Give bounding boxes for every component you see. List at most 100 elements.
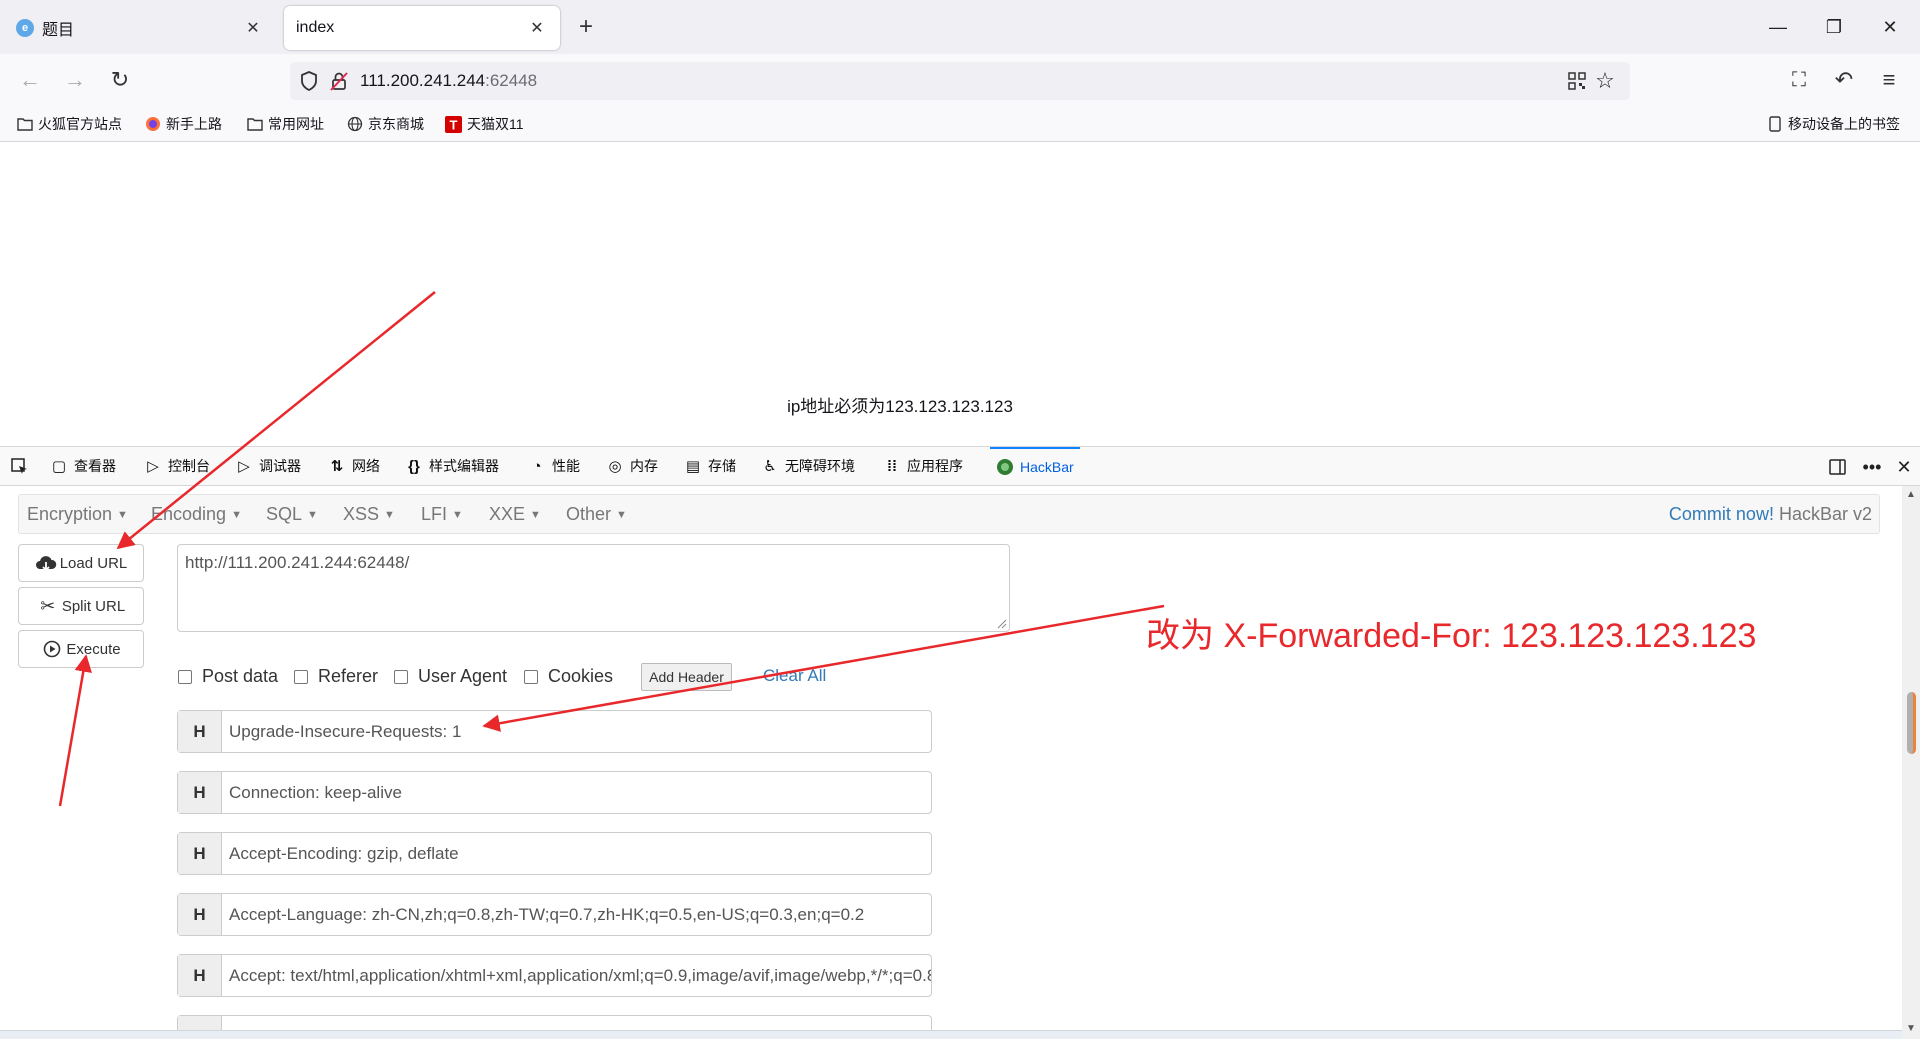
new-tab-button[interactable]: +: [572, 14, 600, 42]
header-addon: H: [178, 711, 222, 752]
close-devtools-icon[interactable]: ✕: [1893, 456, 1915, 478]
bookmark-item[interactable]: 火狐官方站点: [16, 112, 122, 136]
execute-button[interactable]: Execute: [18, 630, 144, 668]
menu-xss[interactable]: XSS ▼: [343, 504, 395, 525]
header-row: H Connection: keep-alive: [177, 771, 932, 814]
checkbox-box[interactable]: [524, 669, 538, 684]
devtools-tab-style-editor[interactable]: {} 样式编辑器: [405, 447, 499, 485]
tab-active[interactable]: index ✕: [284, 6, 560, 50]
url-bar[interactable]: 111.200.241.244 :62448 ☆: [290, 62, 1630, 100]
url-textarea[interactable]: http://111.200.241.244:62448/: [177, 544, 1010, 632]
header-row: H Accept: text/html,application/xhtml+xm…: [177, 954, 932, 997]
header-input[interactable]: Upgrade-Insecure-Requests: 1: [222, 711, 931, 752]
devtools-tab-memory[interactable]: ◎ 内存: [606, 447, 658, 485]
caret-down-icon: ▼: [452, 509, 463, 522]
menu-lfi[interactable]: LFI ▼: [421, 504, 463, 525]
accessibility-icon: ♿: [763, 458, 777, 475]
taskbar-edge: [0, 1030, 1902, 1039]
cookies-checkbox[interactable]: Cookies: [524, 666, 613, 687]
split-url-button[interactable]: ✂ Split URL: [18, 587, 144, 625]
annotation-text: 改为 X-Forwarded-For: 123.123.123.123: [1146, 617, 1757, 655]
commit-now-link[interactable]: Commit now!: [1669, 504, 1774, 524]
header-input[interactable]: Accept-Encoding: gzip, deflate: [222, 833, 931, 874]
post-data-checkbox[interactable]: Post data: [178, 666, 278, 687]
header-addon: H: [178, 772, 222, 813]
devtools-tab-hackbar[interactable]: HackBar: [990, 447, 1080, 485]
bookmark-label: 移动设备上的书签: [1788, 116, 1900, 132]
resize-handle-icon[interactable]: [995, 617, 1007, 629]
menu-xxe[interactable]: XXE ▼: [489, 504, 541, 525]
header-input[interactable]: Accept: text/html,application/xhtml+xml,…: [222, 955, 931, 996]
qr-code-icon[interactable]: [1566, 70, 1588, 92]
scroll-down-icon[interactable]: ▼: [1906, 1024, 1916, 1034]
hackbar-icon: [996, 458, 1014, 476]
inspector-icon: ▢: [51, 458, 67, 475]
bookmark-item[interactable]: T 天猫双11: [445, 112, 524, 136]
back-button[interactable]: ←: [14, 64, 46, 96]
checkbox-box[interactable]: [178, 669, 192, 684]
devtools-tab-storage[interactable]: ▤ 存储: [684, 447, 736, 485]
menu-encryption[interactable]: Encryption ▼: [27, 504, 128, 525]
scrollbar-thumb[interactable]: [1907, 692, 1916, 754]
bookmark-star-icon[interactable]: ☆: [1594, 68, 1616, 93]
caret-down-icon: ▼: [117, 509, 128, 522]
svg-text:T: T: [450, 117, 458, 132]
checkbox-box[interactable]: [294, 669, 308, 684]
bookmark-item[interactable]: 新手上路: [144, 112, 222, 136]
user-agent-checkbox[interactable]: User Agent: [394, 666, 507, 687]
tmall-icon: T: [445, 115, 462, 133]
close-icon[interactable]: ✕: [242, 17, 264, 39]
devtools-tab-application[interactable]: ⁞⁞ 应用程序: [883, 447, 963, 485]
clear-all-link[interactable]: Clear All: [763, 666, 826, 686]
window-close-button[interactable]: ✕: [1870, 12, 1910, 42]
menu-sql[interactable]: SQL ▼: [266, 504, 318, 525]
mobile-bookmarks[interactable]: 移动设备上的书签: [1766, 112, 1900, 136]
reload-button[interactable]: ↻: [104, 64, 136, 96]
devtools-tab-label: 控制台: [168, 458, 210, 474]
minimize-button[interactable]: —: [1758, 12, 1798, 42]
bookmark-item[interactable]: 京东商城: [346, 112, 424, 136]
dock-side-icon[interactable]: [1827, 456, 1849, 478]
devtools-tab-console[interactable]: ▷ 控制台: [144, 447, 210, 485]
button-label: Split URL: [61, 597, 126, 615]
shield-icon[interactable]: [298, 70, 320, 92]
tab-inactive[interactable]: e 题目 ✕: [4, 6, 276, 50]
more-options-icon[interactable]: •••: [1861, 456, 1883, 478]
forward-button[interactable]: →: [59, 64, 91, 96]
checkbox-box[interactable]: [394, 669, 408, 684]
header-addon: H: [178, 833, 222, 874]
close-icon[interactable]: ✕: [526, 17, 548, 39]
element-picker-icon[interactable]: [9, 456, 31, 478]
menu-encoding[interactable]: Encoding ▼: [151, 504, 242, 525]
devtools-tab-performance[interactable]: ◔ 性能: [528, 447, 580, 485]
caret-down-icon: ▼: [530, 509, 541, 522]
checkbox-label: Post data: [202, 666, 279, 686]
caret-down-icon: ▼: [231, 509, 242, 522]
insecure-lock-icon[interactable]: [328, 70, 350, 92]
menu-icon[interactable]: ≡: [1873, 64, 1905, 96]
load-url-button[interactable]: Load URL: [18, 544, 144, 582]
devtools-tab-label: 网络: [352, 458, 380, 474]
devtools-tab-label: 存储: [708, 458, 736, 474]
hackbar-menu: Encryption ▼ Encoding ▼ SQL ▼ XSS ▼ LFI ▼ XXE…: [18, 494, 1880, 534]
undo-icon[interactable]: ↶: [1828, 64, 1860, 96]
devtools-tab-debugger[interactable]: ▷ 调试器: [235, 447, 301, 485]
menu-other[interactable]: Other ▼: [566, 504, 627, 525]
scrollbar[interactable]: ▲ ▼: [1902, 486, 1920, 1039]
scroll-up-icon[interactable]: ▲: [1906, 490, 1916, 500]
bookmark-label: 常用网址: [268, 116, 324, 132]
add-header-button[interactable]: Add Header: [641, 663, 732, 691]
hackbar-panel: Encryption ▼ Encoding ▼ SQL ▼ XSS ▼ LFI ▼ XXE…: [0, 486, 1902, 1039]
devtools-tab-accessibility[interactable]: ♿ 无障碍环境: [761, 447, 855, 485]
header-input[interactable]: Connection: keep-alive: [222, 772, 931, 813]
tab-title: 题目: [42, 22, 75, 39]
header-input[interactable]: Accept-Language: zh-CN,zh;q=0.8,zh-TW;q=…: [222, 894, 931, 935]
bookmark-item[interactable]: 常用网址: [246, 112, 324, 136]
style-editor-icon: {}: [408, 457, 420, 475]
devtools-tab-network[interactable]: ⇅ 网络: [328, 447, 380, 485]
restore-button[interactable]: ❐: [1814, 12, 1854, 42]
button-label: Load URL: [59, 554, 128, 572]
devtools-tab-inspector[interactable]: ▢ 查看器: [50, 447, 116, 485]
referer-checkbox[interactable]: Referer: [294, 666, 378, 687]
screenshot-crop-icon[interactable]: ⛶: [1783, 64, 1815, 96]
